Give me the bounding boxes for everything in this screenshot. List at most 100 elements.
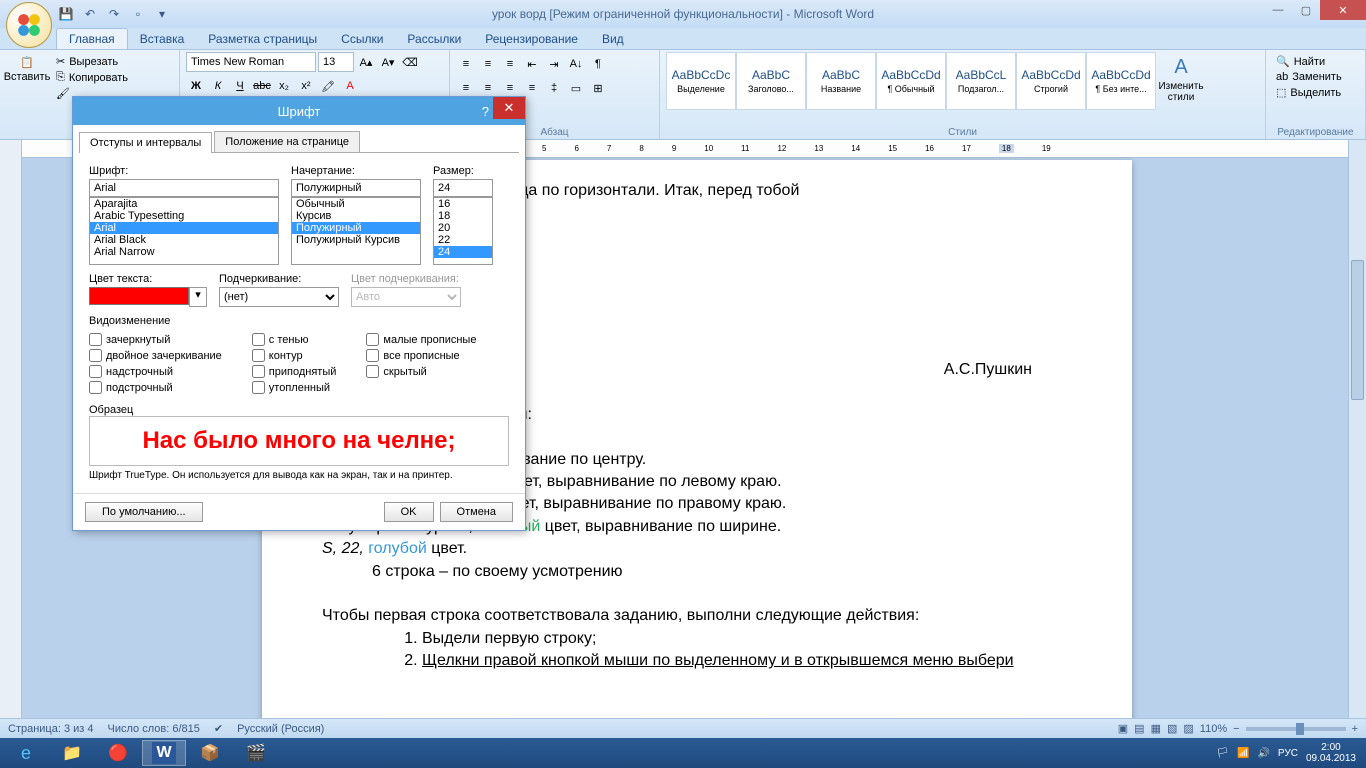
style-item[interactable]: AaBbCcLПодзагол... bbox=[946, 52, 1016, 110]
list-item[interactable]: Полужирный Курсив bbox=[292, 234, 420, 246]
new-doc-icon[interactable]: ▫ bbox=[128, 4, 148, 24]
sort-icon[interactable]: A↓ bbox=[566, 54, 586, 74]
status-words[interactable]: Число слов: 6/815 bbox=[108, 723, 200, 735]
numbering-icon[interactable]: ≡ bbox=[478, 54, 498, 74]
subscript-icon[interactable]: x₂ bbox=[274, 76, 294, 96]
effect-checkbox[interactable]: утопленный bbox=[252, 381, 337, 394]
underline-select[interactable]: (нет) bbox=[219, 287, 339, 307]
grow-font-icon[interactable]: A▴ bbox=[356, 52, 376, 72]
font-color-icon[interactable]: A bbox=[340, 76, 360, 96]
style-item[interactable]: AaBbCcDdСтрогий bbox=[1016, 52, 1086, 110]
taskbar-explorer-icon[interactable]: 📁 bbox=[50, 740, 94, 766]
dialog-tab-indents[interactable]: Отступы и интервалы bbox=[79, 132, 212, 153]
text-color-swatch[interactable] bbox=[89, 287, 189, 305]
taskbar-media-icon[interactable]: 🎬 bbox=[234, 740, 278, 766]
style-item[interactable]: AaBbCcDd¶ Обычный bbox=[876, 52, 946, 110]
zoom-level[interactable]: 110% bbox=[1200, 723, 1227, 735]
bold-icon[interactable]: Ж bbox=[186, 76, 206, 96]
size-list[interactable]: 1618202224 bbox=[433, 197, 493, 265]
tray-volume-icon[interactable]: 🔊 bbox=[1257, 748, 1269, 759]
font-name-input[interactable] bbox=[89, 179, 279, 197]
align-right-icon[interactable]: ≡ bbox=[500, 78, 520, 98]
style-gallery[interactable]: AaBbCcDcВыделениеAaBbCЗаголово...AaBbCНа… bbox=[666, 52, 1156, 110]
align-left-icon[interactable]: ≡ bbox=[456, 78, 476, 98]
redo-icon[interactable]: ↷ bbox=[104, 4, 124, 24]
tab-view[interactable]: Вид bbox=[590, 29, 636, 49]
effect-checkbox[interactable]: с тенью bbox=[252, 333, 337, 346]
line-spacing-icon[interactable]: ‡ bbox=[544, 78, 564, 98]
font-style-input[interactable] bbox=[291, 179, 421, 197]
justify-icon[interactable]: ≡ bbox=[522, 78, 542, 98]
zoom-out-icon[interactable]: − bbox=[1233, 723, 1239, 735]
color-dropdown-icon[interactable]: ▾ bbox=[189, 287, 207, 307]
style-item[interactable]: AaBbCcDd¶ Без инте... bbox=[1086, 52, 1156, 110]
list-item[interactable]: 22 bbox=[434, 234, 492, 246]
list-item[interactable]: 18 bbox=[434, 210, 492, 222]
list-item[interactable]: Arial bbox=[90, 222, 278, 234]
indent-icon[interactable]: ⇥ bbox=[544, 54, 564, 74]
view-read-icon[interactable]: ▤ bbox=[1134, 722, 1144, 735]
dialog-help-icon[interactable]: ? bbox=[482, 104, 489, 119]
tab-home[interactable]: Главная bbox=[56, 28, 128, 49]
qat-dropdown-icon[interactable]: ▾ bbox=[152, 4, 172, 24]
align-center-icon[interactable]: ≡ bbox=[478, 78, 498, 98]
effect-checkbox[interactable]: приподнятый bbox=[252, 365, 337, 378]
change-styles-button[interactable]: A Изменить стили bbox=[1160, 52, 1202, 103]
font-list[interactable]: AparajitaArabic TypesettingArialArial Bl… bbox=[89, 197, 279, 265]
minimize-button[interactable]: — bbox=[1264, 0, 1292, 20]
find-button[interactable]: 🔍Найти bbox=[1272, 54, 1359, 69]
effect-checkbox[interactable]: зачеркнутый bbox=[89, 333, 222, 346]
effect-checkbox[interactable]: надстрочный bbox=[89, 365, 222, 378]
show-marks-icon[interactable]: ¶ bbox=[588, 54, 608, 74]
effect-checkbox[interactable]: двойное зачеркивание bbox=[89, 349, 222, 362]
effect-checkbox[interactable]: подстрочный bbox=[89, 381, 222, 394]
effect-checkbox[interactable]: все прописные bbox=[366, 349, 476, 362]
zoom-slider-thumb[interactable] bbox=[1296, 723, 1304, 735]
tray-clock[interactable]: 2:00 09.04.2013 bbox=[1306, 742, 1362, 764]
list-item[interactable]: Arial Narrow bbox=[90, 246, 278, 258]
copy-button[interactable]: ⎘Копировать bbox=[52, 70, 132, 85]
list-item[interactable]: Курсив bbox=[292, 210, 420, 222]
view-web-icon[interactable]: ▦ bbox=[1151, 722, 1161, 735]
shading-icon[interactable]: ▭ bbox=[566, 78, 586, 98]
status-language[interactable]: Русский (Россия) bbox=[237, 723, 324, 735]
undo-icon[interactable]: ↶ bbox=[80, 4, 100, 24]
view-print-icon[interactable]: ▣ bbox=[1118, 722, 1128, 735]
effect-checkbox[interactable]: малые прописные bbox=[366, 333, 476, 346]
proofing-icon[interactable]: ✔ bbox=[214, 722, 223, 735]
taskbar-winrar-icon[interactable]: 📦 bbox=[188, 740, 232, 766]
tray-language[interactable]: РУС bbox=[1278, 748, 1298, 759]
highlight-icon[interactable]: 🖍 bbox=[318, 76, 338, 96]
scroll-thumb[interactable] bbox=[1351, 260, 1364, 400]
paste-button[interactable]: 📋 Вставить bbox=[6, 52, 48, 83]
office-button[interactable] bbox=[6, 2, 52, 48]
zoom-slider[interactable] bbox=[1246, 727, 1346, 731]
style-item[interactable]: AaBbCНазвание bbox=[806, 52, 876, 110]
taskbar-ie-icon[interactable]: e bbox=[4, 740, 48, 766]
underline-icon[interactable]: Ч bbox=[230, 76, 250, 96]
list-item[interactable]: 20 bbox=[434, 222, 492, 234]
default-button[interactable]: По умолчанию... bbox=[85, 502, 203, 522]
cut-button[interactable]: ✂Вырезать bbox=[52, 54, 132, 69]
view-draft-icon[interactable]: ▨ bbox=[1183, 722, 1193, 735]
replace-button[interactable]: abЗаменить bbox=[1272, 70, 1359, 84]
tab-mailings[interactable]: Рассылки bbox=[395, 29, 473, 49]
view-outline-icon[interactable]: ▧ bbox=[1167, 722, 1177, 735]
tray-flag-icon[interactable]: 🏳 bbox=[1216, 748, 1229, 759]
shrink-font-icon[interactable]: A▾ bbox=[378, 52, 398, 72]
font-size-input[interactable] bbox=[433, 179, 493, 197]
dialog-close-button[interactable]: ✕ bbox=[493, 97, 525, 119]
clear-format-icon[interactable]: ⌫ bbox=[400, 52, 420, 72]
list-item[interactable]: Полужирный bbox=[292, 222, 420, 234]
zoom-in-icon[interactable]: + bbox=[1352, 723, 1358, 735]
effect-checkbox[interactable]: контур bbox=[252, 349, 337, 362]
font-size-select[interactable] bbox=[318, 52, 354, 72]
superscript-icon[interactable]: x² bbox=[296, 76, 316, 96]
tab-review[interactable]: Рецензирование bbox=[473, 29, 590, 49]
taskbar-chrome-icon[interactable]: 🔴 bbox=[96, 740, 140, 766]
borders-icon[interactable]: ⊞ bbox=[588, 78, 608, 98]
style-item[interactable]: AaBbCcDcВыделение bbox=[666, 52, 736, 110]
close-button[interactable]: ✕ bbox=[1320, 0, 1366, 20]
effect-checkbox[interactable]: скрытый bbox=[366, 365, 476, 378]
list-item[interactable]: Arial Black bbox=[90, 234, 278, 246]
